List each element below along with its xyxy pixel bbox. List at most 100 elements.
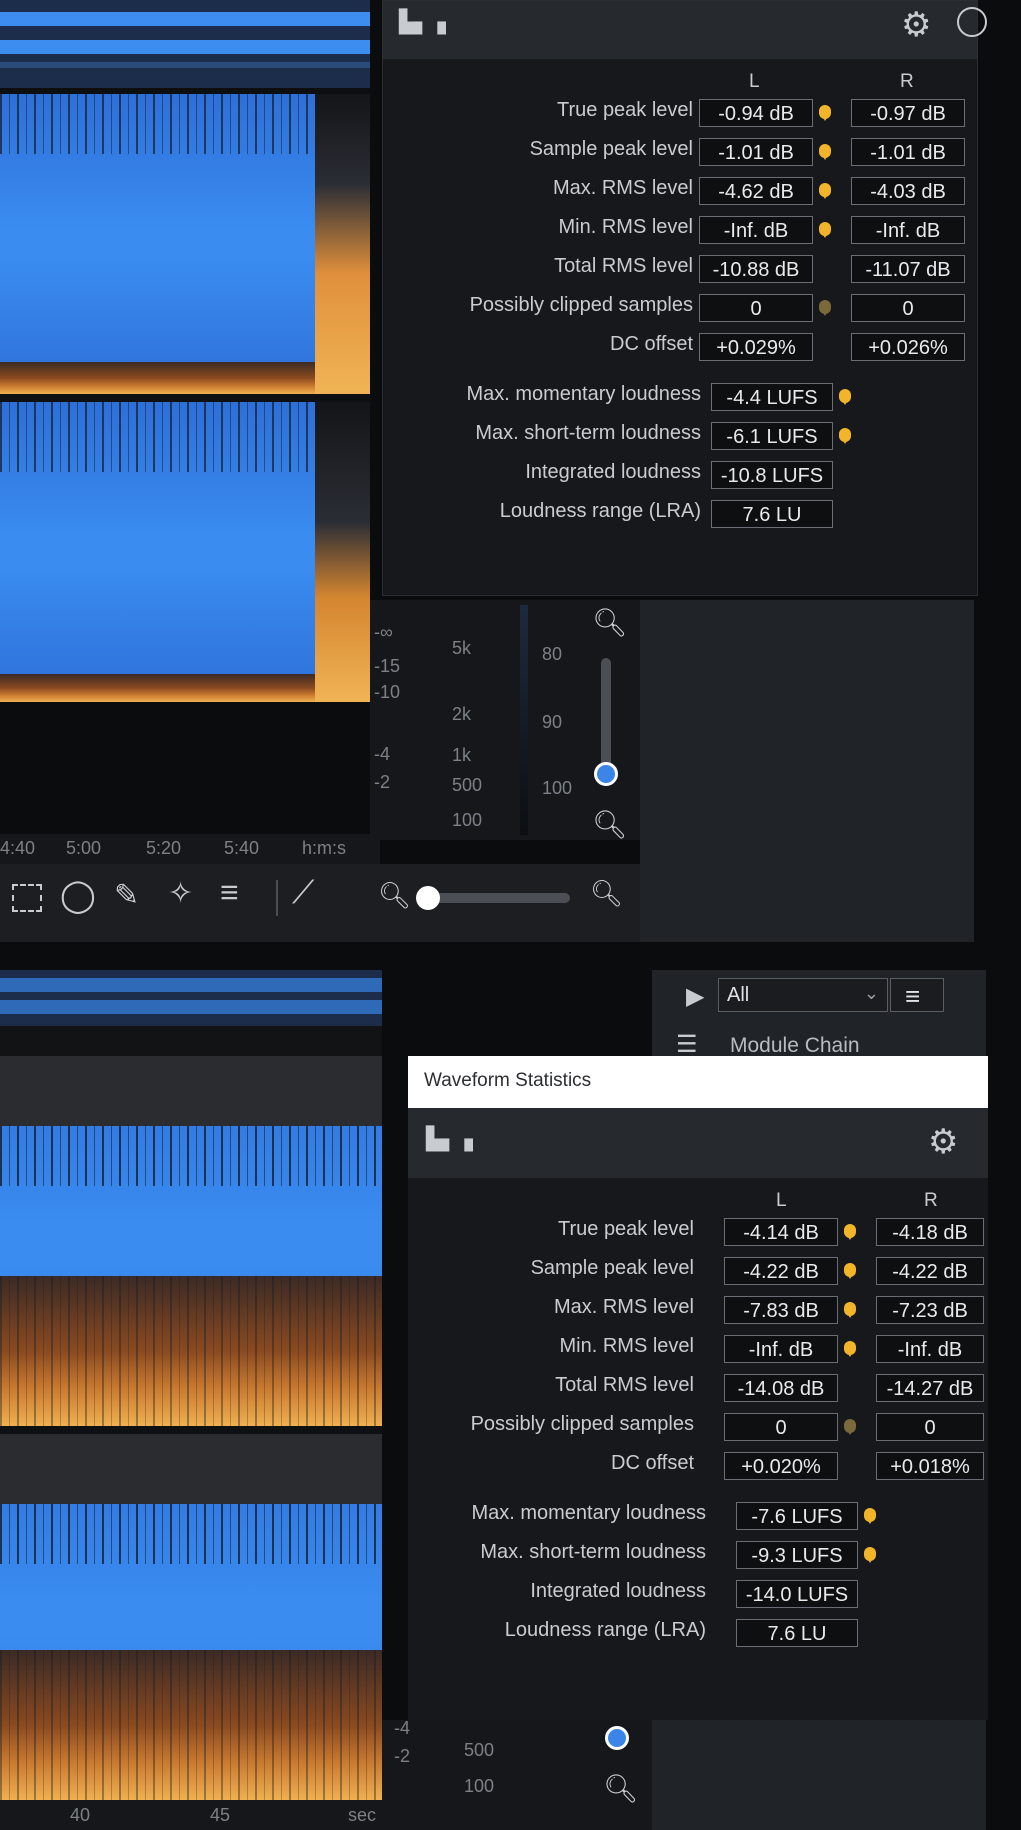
loudness-value: -7.6 LUFS — [736, 1502, 858, 1530]
vertical-zoom-track[interactable] — [601, 658, 611, 778]
panel-header — [408, 1108, 988, 1178]
time-tick: 5:00 — [66, 838, 102, 858]
module-filter-dropdown[interactable]: All ⌄ — [718, 978, 888, 1012]
freq-tick: 5k — [452, 638, 472, 658]
stat-value-l: +0.020% — [724, 1452, 838, 1480]
loudness-value: -6.1 LUFS — [711, 422, 833, 450]
db-tick: -10 — [374, 682, 401, 702]
peak-marker-icon[interactable] — [819, 300, 831, 316]
peak-marker-icon[interactable] — [844, 1419, 856, 1435]
top-right-sidebar — [640, 600, 974, 942]
stat-label: Sample peak level — [529, 138, 693, 160]
time-tick: 40 — [70, 1805, 91, 1825]
stat-label: Total RMS level — [554, 255, 693, 277]
brush-select-icon[interactable]: ✎ — [114, 878, 139, 913]
hamburger-icon: ≡ — [905, 981, 921, 1011]
level-tick: 100 — [542, 778, 573, 798]
harmonic-select-icon[interactable]: ≡ — [220, 874, 239, 911]
vertical-zoom-handle[interactable] — [594, 762, 618, 786]
bottom-header-bar — [0, 1026, 382, 1056]
top-toolbar — [0, 864, 640, 942]
freq-tick: 2k — [452, 704, 472, 724]
gear-icon[interactable]: ⚙ — [901, 5, 931, 45]
chevron-down-icon: ⌄ — [863, 983, 879, 1003]
bottom-waveform-channel-r[interactable] — [0, 1434, 382, 1800]
bottom-overview-waveform[interactable] — [0, 970, 382, 1026]
waveform-statistics-window: Waveform Statistics ▙▖▗ ⚙ L R True peak … — [408, 1056, 988, 1720]
zoom-out-icon[interactable]: 🔍︎ — [592, 808, 628, 841]
stat-value-r: -4.03 dB — [851, 177, 965, 205]
window-titlebar[interactable]: Waveform Statistics — [408, 1056, 988, 1108]
loudness-label: Loudness range (LRA) — [499, 500, 701, 522]
stat-label: Max. RMS level — [552, 177, 693, 199]
zoom-in-icon[interactable]: 🔍︎ — [590, 878, 623, 909]
loudness-value: -4.4 LUFS — [711, 383, 833, 411]
peak-marker-icon[interactable] — [819, 183, 831, 199]
loudness-label: Max. short-term loudness — [475, 422, 701, 444]
peak-marker-icon[interactable] — [819, 144, 831, 160]
magic-wand-icon[interactable]: ✧ — [168, 876, 193, 911]
stat-value-l: -0.94 dB — [699, 99, 813, 127]
stat-value-r: +0.026% — [851, 333, 965, 361]
stat-value-l: -1.01 dB — [699, 138, 813, 166]
peak-marker-icon[interactable] — [844, 1224, 856, 1240]
stat-label: True peak level — [557, 99, 693, 121]
play-icon[interactable]: ▶ — [686, 982, 704, 1011]
time-tick: 5:40 — [224, 838, 260, 858]
module-chain-label[interactable]: Module Chain — [730, 1034, 860, 1058]
stat-label: Total RMS level — [555, 1374, 694, 1396]
rect-select-icon[interactable] — [12, 884, 42, 912]
peak-marker-icon[interactable] — [844, 1263, 856, 1279]
peak-marker-icon[interactable] — [839, 428, 851, 444]
stat-value-l: 0 — [699, 294, 813, 322]
time-tick: 45 — [210, 1805, 231, 1825]
db-tick: -2 — [374, 772, 391, 792]
stat-value-l: 0 — [724, 1413, 838, 1441]
bottom-channel-divider — [0, 1426, 382, 1434]
level-tick: 90 — [542, 712, 563, 732]
zoom-out-icon[interactable]: 🔍︎ — [603, 1772, 639, 1805]
db-tick: -∞ — [374, 622, 393, 642]
zoom-out-icon[interactable]: 🔍︎ — [378, 880, 411, 911]
peak-marker-icon[interactable] — [864, 1547, 876, 1563]
db-tick: -4 — [374, 744, 391, 764]
stat-label: True peak level — [558, 1218, 694, 1240]
top-channel-divider — [0, 394, 370, 402]
stat-value-r: 0 — [851, 294, 965, 322]
loudness-label: Integrated loudness — [525, 461, 701, 483]
envelope-icon[interactable]: ⟋ — [292, 874, 314, 912]
loudness-label: Loudness range (LRA) — [504, 1619, 706, 1641]
bottom-time-ruler — [0, 1800, 382, 1830]
vertical-zoom-handle[interactable] — [605, 1726, 629, 1750]
horizontal-zoom-handle[interactable] — [416, 886, 440, 910]
horizontal-zoom-track[interactable] — [420, 893, 570, 903]
peak-marker-icon[interactable] — [844, 1302, 856, 1318]
stat-value-r: -4.22 dB — [876, 1257, 984, 1285]
help-icon[interactable] — [957, 7, 987, 37]
peak-marker-icon[interactable] — [844, 1341, 856, 1357]
loudness-value: 7.6 LU — [736, 1619, 858, 1647]
stat-value-r: -Inf. dB — [851, 216, 965, 244]
hamburger-menu-button[interactable]: ≡ — [890, 978, 944, 1012]
module-chain-icon[interactable]: ☰ — [676, 1030, 698, 1059]
stat-value-l: -4.22 dB — [724, 1257, 838, 1285]
stat-label: Min. RMS level — [558, 216, 693, 238]
zoom-in-icon[interactable]: 🔍︎ — [592, 606, 628, 639]
top-waveform-channel-r[interactable] — [0, 402, 315, 702]
top-overview-waveform[interactable] — [0, 0, 370, 88]
stat-label: Possibly clipped samples — [469, 294, 693, 316]
top-waveform-channel-l[interactable] — [0, 94, 315, 394]
db-tick: -4 — [394, 1718, 411, 1738]
level-tick: 80 — [542, 644, 563, 664]
peak-marker-icon[interactable] — [839, 389, 851, 405]
peak-marker-icon[interactable] — [819, 222, 831, 238]
stat-label: DC offset — [610, 333, 693, 355]
bottom-waveform-channel-l[interactable] — [0, 1056, 382, 1426]
lasso-icon[interactable]: ◯ — [60, 876, 96, 914]
column-header-l: L — [749, 71, 760, 92]
peak-marker-icon[interactable] — [864, 1508, 876, 1524]
loudness-value: -10.8 LUFS — [711, 461, 833, 489]
stat-value-l: -Inf. dB — [724, 1335, 838, 1363]
peak-marker-icon[interactable] — [819, 105, 831, 121]
gear-icon[interactable]: ⚙ — [928, 1122, 958, 1162]
